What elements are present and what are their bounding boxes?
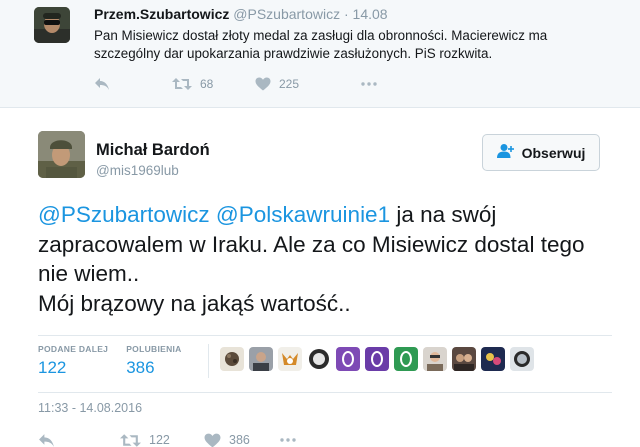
parent-reply-button[interactable]: [94, 77, 172, 91]
more-icon: [280, 438, 296, 442]
likes-stat[interactable]: POLUBIENIA 386: [126, 344, 181, 384]
main-tweet-actions: 122 386: [38, 431, 296, 447]
reply-icon: [94, 77, 110, 91]
liker-avatar[interactable]: [249, 347, 273, 371]
likers-avatars: [220, 347, 539, 371]
header-separator: ·: [343, 6, 349, 22]
liker-avatar[interactable]: [394, 347, 418, 371]
parent-more-button[interactable]: [361, 82, 377, 86]
retweet-icon: [120, 433, 141, 447]
liker-avatar[interactable]: [452, 347, 476, 371]
parent-tweet-header: Przem.Szubartowicz @PSzubartowicz · 14.0…: [94, 6, 388, 22]
more-button[interactable]: [280, 438, 296, 442]
likes-stat-label: POLUBIENIA: [126, 344, 182, 354]
liker-avatar[interactable]: [423, 347, 447, 371]
mention-link[interactable]: @PSzubartowicz: [38, 202, 210, 227]
main-tweet-text: @PSzubartowicz @Polskawruinie1 ja na swó…: [38, 200, 618, 318]
reply-icon: [38, 433, 55, 447]
retweets-stat[interactable]: PODANE DALEJ 122: [38, 344, 108, 384]
retweet-icon: [172, 77, 192, 91]
liker-avatar[interactable]: [365, 347, 389, 371]
parent-like-button[interactable]: 225: [255, 77, 299, 91]
follow-button[interactable]: Obserwuj: [482, 134, 600, 171]
stats-divider: [208, 344, 209, 378]
liker-avatar[interactable]: [481, 347, 505, 371]
likes-stat-value: 386: [126, 358, 155, 377]
parent-tweet-date[interactable]: 14.08: [353, 6, 388, 22]
parent-tweet[interactable]: Przem.Szubartowicz @PSzubartowicz · 14.0…: [0, 0, 640, 108]
retweets-stat-value: 122: [38, 358, 67, 377]
parent-retweet-count: 68: [200, 77, 214, 91]
parent-like-count: 225: [279, 77, 300, 91]
heart-icon: [255, 77, 271, 91]
follow-person-icon: [496, 143, 522, 162]
parent-tweet-actions: 68 225: [94, 76, 377, 92]
divider: [38, 335, 612, 336]
mention-link[interactable]: @Polskawruinie1: [216, 202, 390, 227]
tweet-timestamp[interactable]: 11:33 - 14.08.2016: [38, 401, 142, 415]
parent-tweet-text: Pan Misiewicz dostał złoty medal za zasł…: [94, 28, 548, 61]
liker-avatar[interactable]: [336, 347, 360, 371]
heart-icon: [204, 433, 221, 447]
liker-avatar[interactable]: [220, 347, 244, 371]
like-button[interactable]: 386: [204, 433, 280, 447]
like-count: 386: [229, 433, 250, 447]
liker-avatar[interactable]: [307, 347, 331, 371]
main-author-name[interactable]: Michał Bardoń: [96, 141, 210, 160]
parent-avatar[interactable]: [34, 7, 70, 43]
more-icon: [361, 82, 377, 86]
follow-button-label: Obserwuj: [521, 144, 586, 161]
retweet-button[interactable]: 122: [120, 433, 204, 447]
main-author-handle[interactable]: @mis1969lub: [96, 163, 179, 178]
retweet-count: 122: [149, 433, 170, 447]
liker-avatar[interactable]: [510, 347, 534, 371]
main-author-avatar[interactable]: [38, 131, 85, 178]
parent-author-handle[interactable]: @PSzubartowicz: [233, 6, 340, 22]
reply-button[interactable]: [38, 433, 120, 447]
tweet-stats: PODANE DALEJ 122 POLUBIENIA 386: [38, 344, 200, 384]
retweets-stat-label: PODANE DALEJ: [38, 344, 109, 354]
divider: [38, 392, 612, 393]
parent-author-name[interactable]: Przem.Szubartowicz: [94, 6, 229, 22]
liker-avatar[interactable]: [278, 347, 302, 371]
tweet-text-line-2: Mój brązowy na jakąś wartość..: [38, 290, 351, 316]
parent-retweet-button[interactable]: 68: [172, 77, 255, 91]
